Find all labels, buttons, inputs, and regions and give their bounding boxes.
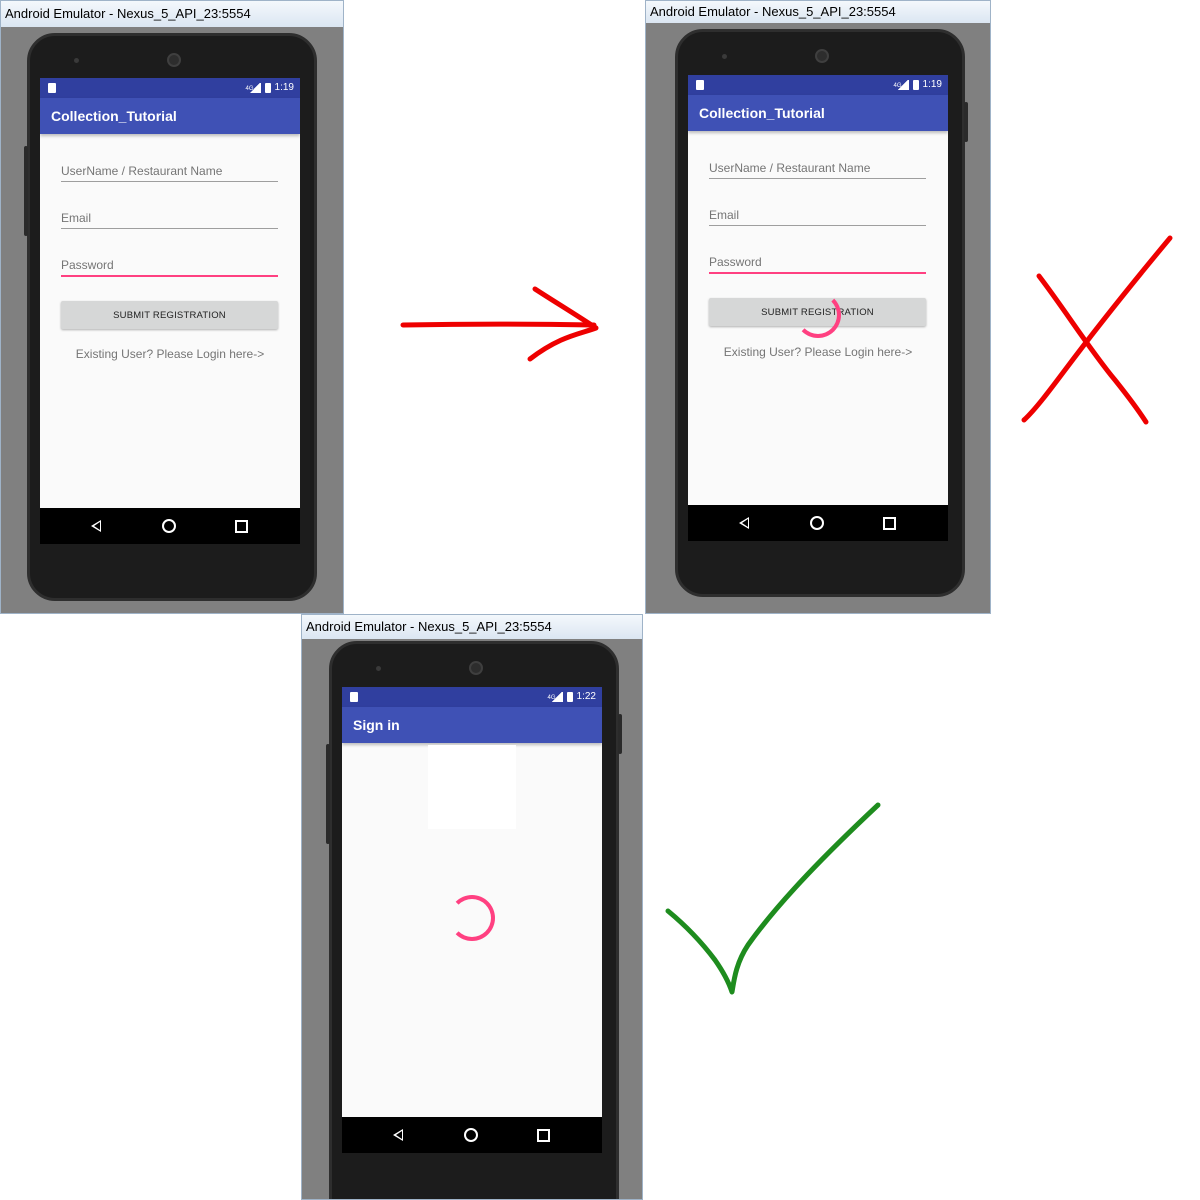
recents-icon[interactable] xyxy=(537,1129,550,1142)
status-bar: 4G 1:22 xyxy=(342,687,602,707)
recents-icon[interactable] xyxy=(235,520,248,533)
phone-sensor xyxy=(722,54,727,59)
back-icon[interactable] xyxy=(91,520,101,532)
emulator-title: Android Emulator - Nexus_5_API_23:5554 xyxy=(646,1,990,23)
loading-spinner xyxy=(449,895,495,941)
emulator-window-2: Android Emulator - Nexus_5_API_23:5554 4… xyxy=(645,0,991,614)
phone-sensor xyxy=(74,58,79,63)
login-link[interactable]: Existing User? Please Login here-> xyxy=(40,347,300,361)
right-arrow-icon xyxy=(400,286,599,362)
email-field[interactable] xyxy=(61,208,278,229)
emulator-window-1: Android Emulator - Nexus_5_API_23:5554 4… xyxy=(0,0,344,614)
nav-bar xyxy=(40,508,300,544)
phone-side-button xyxy=(326,744,330,844)
loading-spinner xyxy=(795,292,841,338)
username-field[interactable] xyxy=(709,158,926,179)
emulator-title: Android Emulator - Nexus_5_API_23:5554 xyxy=(1,1,343,27)
battery-icon xyxy=(912,80,919,90)
status-bar: 4G 1:19 xyxy=(688,75,948,95)
nav-bar xyxy=(688,505,948,541)
phone-side-button xyxy=(964,102,968,142)
recents-icon[interactable] xyxy=(883,517,896,530)
status-time: 1:19 xyxy=(922,79,942,90)
password-input[interactable] xyxy=(709,252,926,272)
signal-icon: 4G xyxy=(246,83,261,93)
email-field[interactable] xyxy=(709,205,926,226)
home-icon[interactable] xyxy=(464,1128,478,1142)
username-field[interactable] xyxy=(61,161,278,182)
phone-frame: 4G 1:22 Sign in xyxy=(326,641,622,1199)
sd-card-icon xyxy=(48,83,56,93)
app-bar-title: Collection_Tutorial xyxy=(688,95,948,131)
app-bar-title: Sign in xyxy=(342,707,602,743)
username-input[interactable] xyxy=(709,158,926,178)
home-icon[interactable] xyxy=(810,516,824,530)
login-link[interactable]: Existing User? Please Login here-> xyxy=(688,345,948,359)
red-x-icon xyxy=(1021,235,1173,425)
phone-camera xyxy=(815,49,829,63)
phone-frame: 4G 1:19 Collection_Tutorial SUBMIT REGIS… xyxy=(675,29,968,597)
sd-card-icon xyxy=(350,692,358,702)
nav-bar xyxy=(342,1117,602,1153)
phone-screen: 4G 1:22 Sign in xyxy=(342,687,602,1153)
green-checkmark-icon xyxy=(665,802,881,995)
password-field[interactable] xyxy=(61,255,278,277)
back-icon[interactable] xyxy=(393,1129,403,1141)
status-time: 1:22 xyxy=(576,691,596,702)
phone-side-button xyxy=(24,146,28,236)
home-icon[interactable] xyxy=(162,519,176,533)
password-field[interactable] xyxy=(709,252,926,274)
phone-screen: 4G 1:19 Collection_Tutorial SUBMIT REGIS… xyxy=(688,75,948,541)
password-input[interactable] xyxy=(61,255,278,275)
back-icon[interactable] xyxy=(739,517,749,529)
signal-icon: 4G xyxy=(894,80,909,90)
blank-placeholder xyxy=(428,745,516,829)
phone-frame: 4G 1:19 Collection_Tutorial SUBMIT REGIS… xyxy=(24,33,317,601)
phone-screen: 4G 1:19 Collection_Tutorial SUBMIT REGIS… xyxy=(40,78,300,544)
phone-sensor xyxy=(376,666,381,671)
signal-icon: 4G xyxy=(548,692,563,702)
status-time: 1:19 xyxy=(274,82,294,93)
app-bar-title: Collection_Tutorial xyxy=(40,98,300,134)
emulator-window-3: Android Emulator - Nexus_5_API_23:5554 4… xyxy=(301,614,643,1200)
emulator-title: Android Emulator - Nexus_5_API_23:5554 xyxy=(302,615,642,639)
phone-camera xyxy=(469,661,483,675)
phone-side-button xyxy=(618,714,622,754)
email-input[interactable] xyxy=(61,208,278,228)
phone-camera xyxy=(167,53,181,67)
status-bar: 4G 1:19 xyxy=(40,78,300,98)
username-input[interactable] xyxy=(61,161,278,181)
email-input[interactable] xyxy=(709,205,926,225)
battery-icon xyxy=(566,692,573,702)
battery-icon xyxy=(264,83,271,93)
sd-card-icon xyxy=(696,80,704,90)
submit-registration-button[interactable]: SUBMIT REGISTRATION xyxy=(61,301,278,329)
